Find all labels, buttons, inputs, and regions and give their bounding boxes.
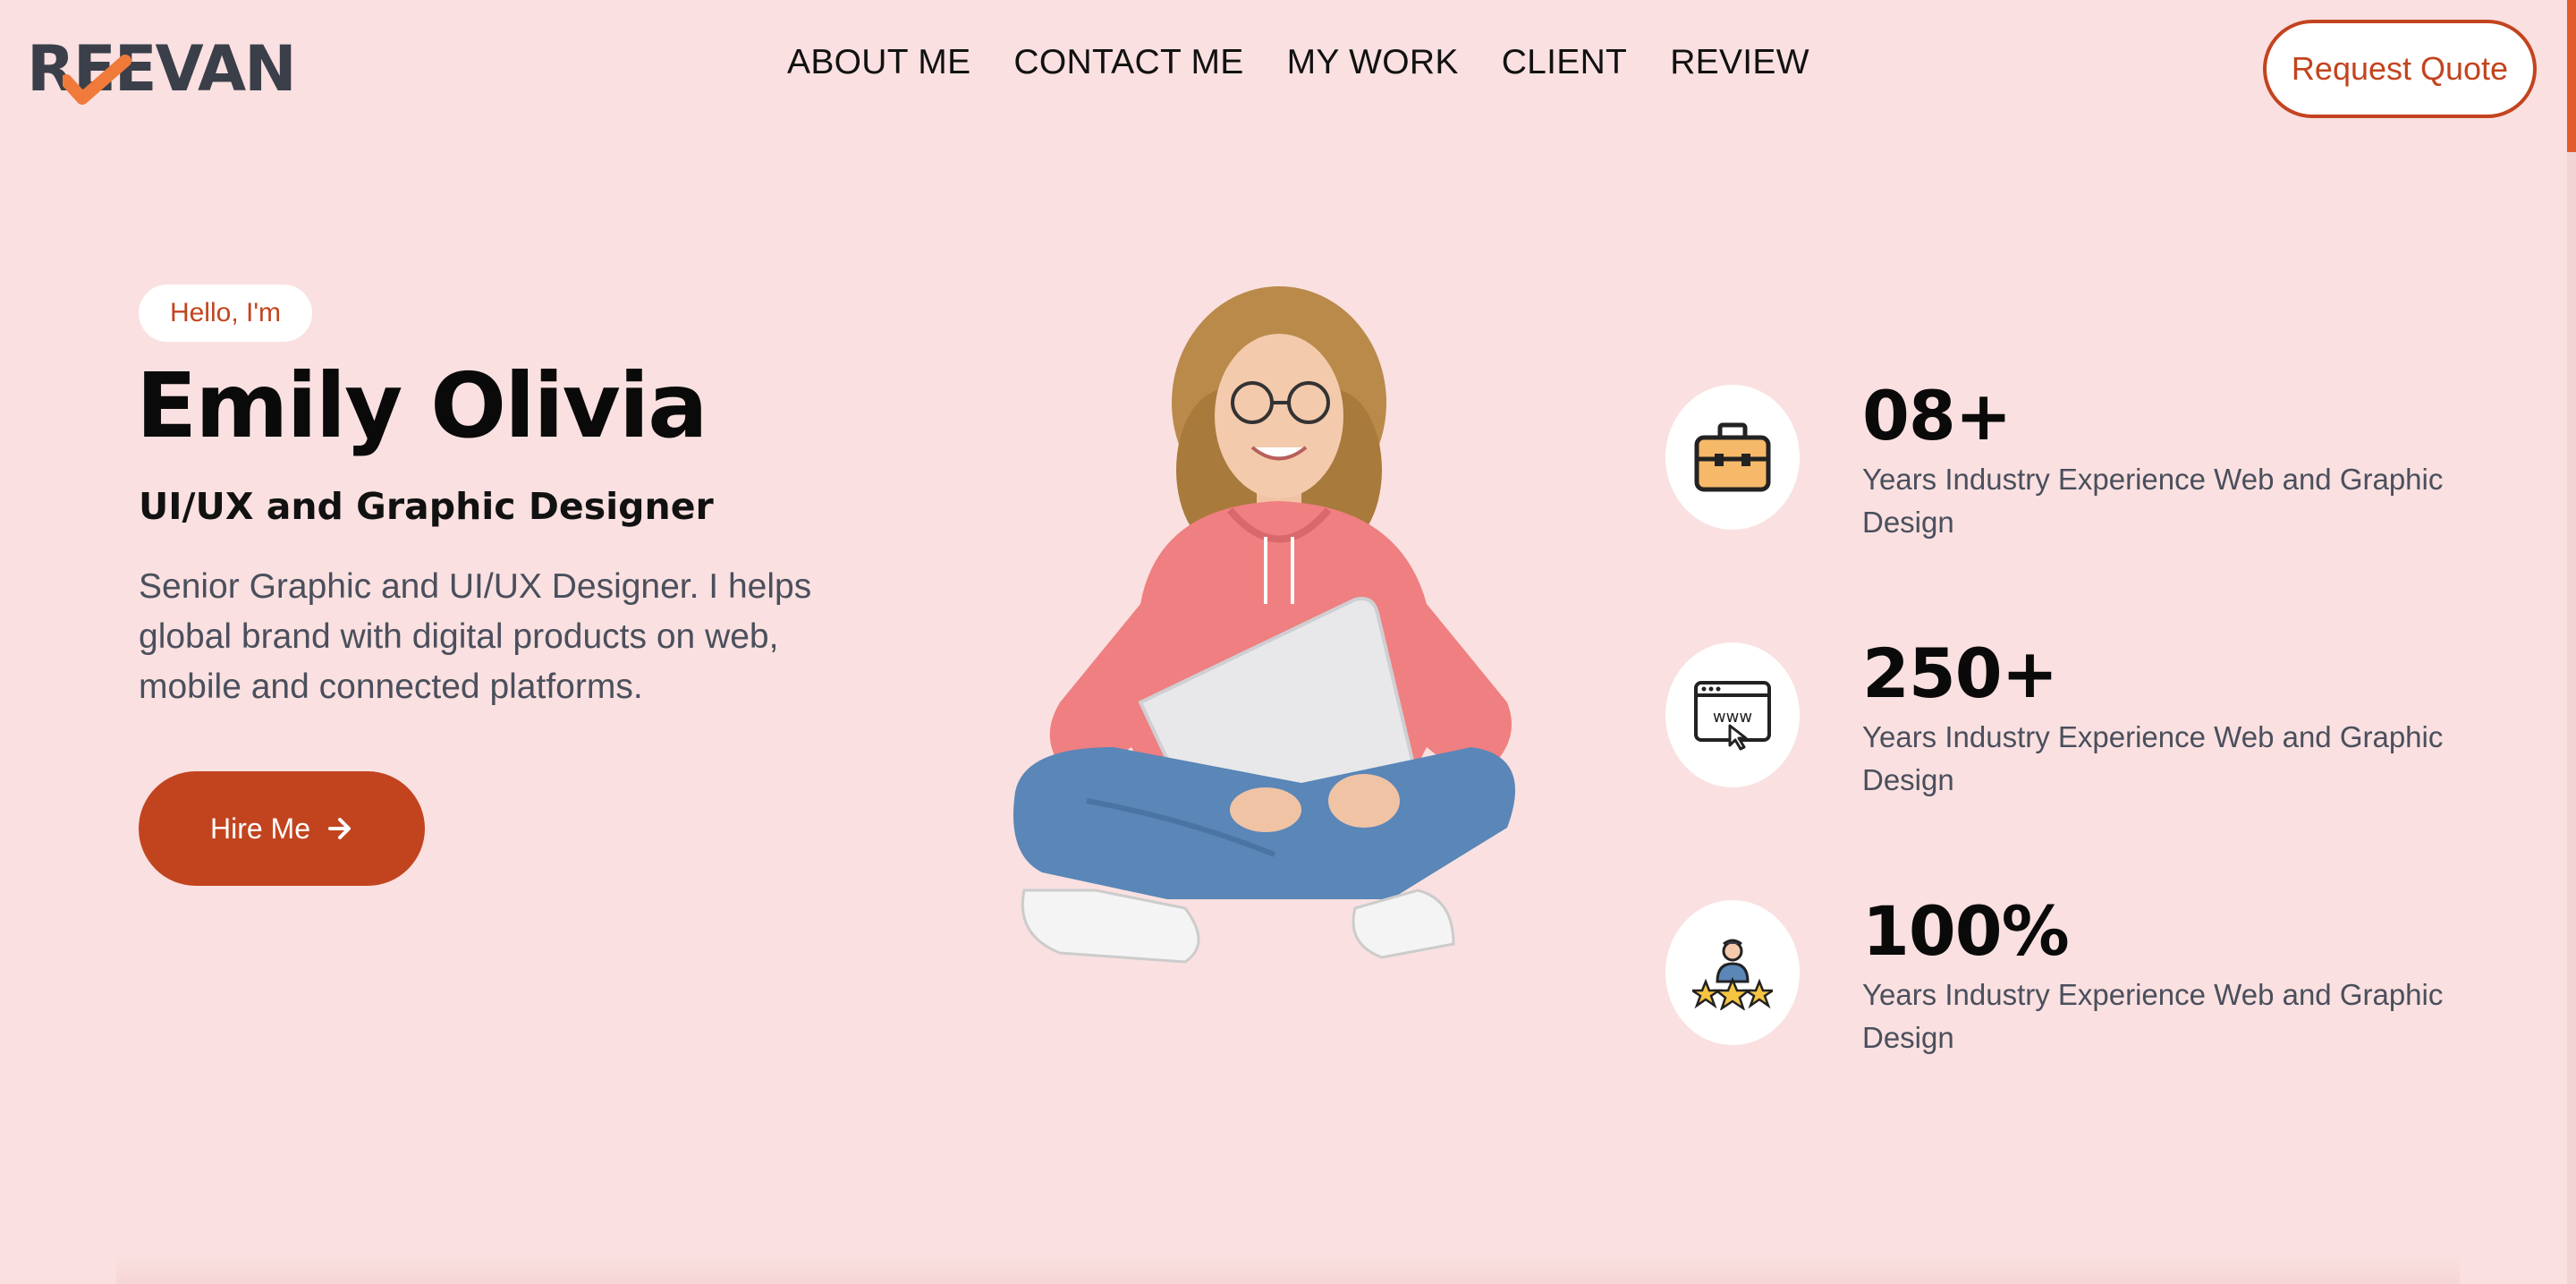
- nav-about-me[interactable]: ABOUT ME: [787, 43, 970, 82]
- stat-icon-wrap: [1665, 385, 1800, 530]
- www-browser-icon: www: [1694, 681, 1771, 751]
- next-section-edge: [116, 1257, 2460, 1284]
- stat-icon-wrap: www: [1665, 642, 1800, 787]
- scrollbar-track[interactable]: [2567, 0, 2576, 1284]
- svg-text:www: www: [1713, 708, 1752, 727]
- stat-item: 08+ Years Industry Experience Web and Gr…: [1665, 376, 2470, 539]
- stat-icon-wrap: [1665, 900, 1800, 1045]
- main-nav: ABOUT ME CONTACT ME MY WORK CLIENT REVIE…: [787, 43, 1809, 82]
- scrollbar-thumb[interactable]: [2567, 0, 2576, 152]
- hire-me-button[interactable]: Hire Me: [139, 771, 425, 886]
- check-icon: [63, 55, 131, 105]
- hero-description: Senior Graphic and UI/UX Designer. I hel…: [139, 567, 812, 706]
- stat-item: www 250+ Years Industry Experience Web a…: [1665, 633, 2470, 796]
- stat-value: 08+: [1862, 376, 2012, 455]
- nav-contact-me[interactable]: CONTACT ME: [1013, 43, 1243, 82]
- rating-person-icon: [1692, 939, 1773, 1010]
- hire-me-label: Hire Me: [209, 812, 310, 845]
- stat-label: Years Industry Experience Web and Graphi…: [1862, 720, 2444, 796]
- briefcase-icon: [1694, 422, 1771, 492]
- stat-label: Years Industry Experience Web and Graphi…: [1862, 978, 2444, 1054]
- nav-client[interactable]: CLIENT: [1502, 43, 1628, 82]
- stat-value: 250+: [1862, 633, 2058, 713]
- arrow-right-icon: [328, 818, 351, 839]
- stat-item: 100% Years Industry Experience Web and G…: [1665, 891, 2470, 1054]
- hero-name: Emily Olivia: [136, 353, 708, 458]
- portrait-image: [1013, 286, 1515, 964]
- request-quote-button[interactable]: Request Quote: [2263, 20, 2537, 118]
- greeting-badge: Hello, I'm: [139, 285, 312, 342]
- site-header: REEVAN ABOUT ME CONTACT ME MY WORK CLIEN…: [0, 0, 2567, 139]
- hero-role: UI/UX and Graphic Designer: [139, 485, 714, 528]
- nav-my-work[interactable]: MY WORK: [1287, 43, 1459, 82]
- stat-label: Years Industry Experience Web and Graphi…: [1862, 463, 2444, 539]
- logo[interactable]: REEVAN: [27, 38, 313, 105]
- nav-review[interactable]: REVIEW: [1670, 43, 1809, 82]
- stat-value: 100%: [1862, 891, 2070, 971]
